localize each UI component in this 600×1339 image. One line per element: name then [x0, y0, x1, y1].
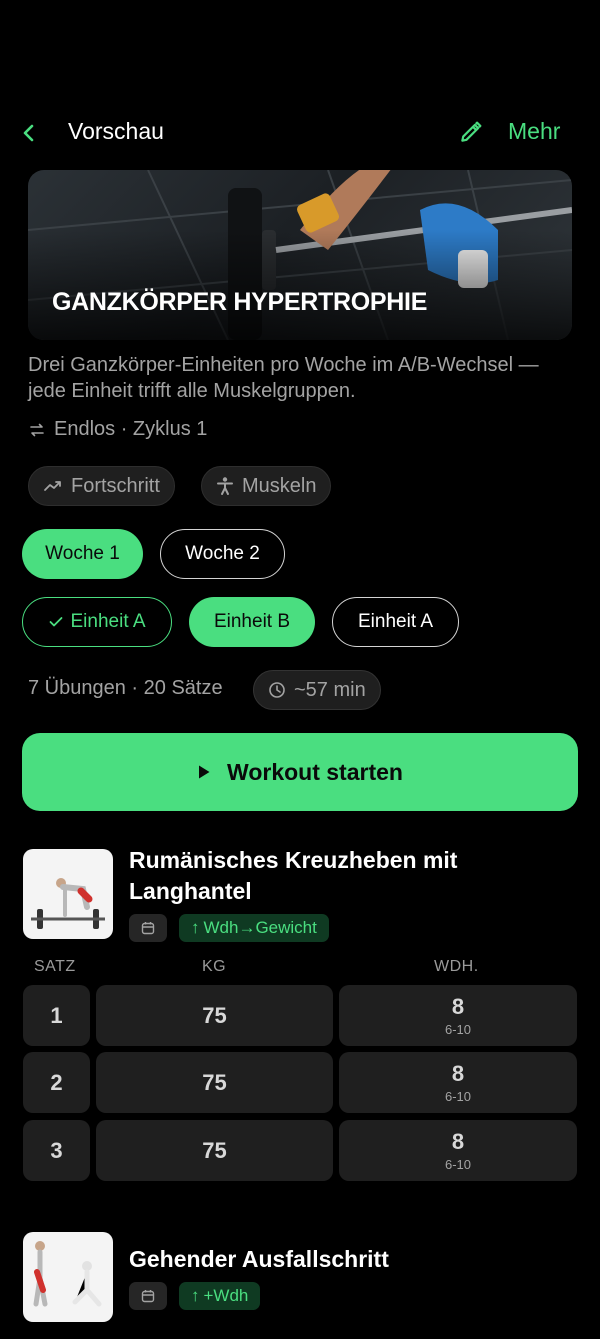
- reps-value: 8: [451, 1061, 465, 1086]
- session-a2-label: Einheit A: [358, 611, 433, 632]
- reps-value: 8: [451, 994, 465, 1019]
- reps-range: 6-10: [444, 1022, 472, 1037]
- set-number: 3: [50, 1137, 63, 1163]
- arrow-up-icon: ↑: [191, 1286, 200, 1305]
- hero-gradient: [28, 230, 572, 340]
- week-2-tab[interactable]: Woche 2: [160, 529, 285, 579]
- progression-tag[interactable]: ↑ Wdh→Gewicht: [179, 914, 329, 942]
- session-a-label: Einheit A: [70, 611, 146, 632]
- chevron-left-icon: [23, 124, 34, 142]
- duration-text: ~57 min: [294, 678, 366, 701]
- weight-cell[interactable]: 75: [96, 985, 333, 1046]
- col-header-kg: KG: [202, 958, 227, 975]
- set-number: 1: [50, 1002, 63, 1028]
- reps-cell[interactable]: 8 6-10: [339, 985, 577, 1046]
- col-header-set: SATZ: [34, 958, 76, 975]
- cycle-info: Endlos · Zyklus 1: [28, 418, 207, 441]
- reps-value: 8: [451, 1129, 465, 1154]
- set-number: 2: [50, 1069, 63, 1095]
- set-number-cell[interactable]: 1: [23, 985, 90, 1046]
- start-workout-button[interactable]: Workout starten: [22, 733, 578, 811]
- calendar-icon: [141, 922, 155, 935]
- back-button[interactable]: [14, 116, 44, 150]
- set-number-cell[interactable]: 3: [23, 1120, 90, 1181]
- week-1-label: Woche 1: [45, 543, 120, 564]
- muscles-chip[interactable]: Muskeln: [201, 466, 332, 506]
- deadlift-illustration: [31, 878, 105, 929]
- weight-cell[interactable]: 75: [96, 1120, 333, 1181]
- check-icon: [49, 617, 62, 627]
- reps-cell[interactable]: 8 6-10: [339, 1052, 577, 1113]
- session-a2-tab[interactable]: Einheit A: [332, 597, 459, 647]
- exercise-thumbnail[interactable]: [23, 849, 113, 939]
- weight-value: 75: [202, 1002, 227, 1028]
- weight-cell[interactable]: 75: [96, 1052, 333, 1113]
- reps-cell[interactable]: 8 6-10: [339, 1120, 577, 1181]
- arrow-up-icon: ↑: [191, 918, 200, 937]
- cycle-text: Endlos · Zyklus 1: [54, 418, 208, 440]
- week-1-tab[interactable]: Woche 1: [22, 529, 143, 579]
- muscles-chip-label: Muskeln: [242, 474, 317, 497]
- week-2-label: Woche 2: [185, 543, 260, 564]
- weight-value: 75: [202, 1069, 227, 1095]
- body-icon: [217, 477, 233, 495]
- session-b-tab[interactable]: Einheit B: [189, 597, 315, 647]
- hero-banner: GANZKÖRPER HYPERTROPHIE: [28, 170, 572, 340]
- clock-icon: [269, 682, 285, 698]
- play-icon: [199, 765, 210, 779]
- reps-range: 6-10: [444, 1157, 472, 1172]
- reps-range: 6-10: [444, 1089, 472, 1104]
- exercise-thumbnail[interactable]: [23, 1232, 113, 1322]
- progression-label: +Wdh: [203, 1286, 249, 1305]
- more-button[interactable]: Mehr: [508, 118, 560, 145]
- weight-value: 75: [202, 1137, 227, 1163]
- set-number-cell[interactable]: 2: [23, 1052, 90, 1113]
- trending-up-icon: [44, 481, 61, 491]
- calendar-tag[interactable]: [129, 914, 167, 942]
- exercise-name[interactable]: Rumänisches Kreuzheben mit Langhantel: [129, 845, 569, 907]
- session-b-label: Einheit B: [213, 611, 291, 632]
- plan-description: Drei Ganzkörper-Einheiten pro Woche im A…: [28, 354, 539, 402]
- pencil-icon: [461, 121, 482, 142]
- progress-chip-label: Fortschritt: [71, 474, 160, 497]
- start-workout-label: Workout starten: [227, 758, 403, 785]
- page-title: Vorschau: [68, 118, 164, 144]
- plan-title: GANZKÖRPER HYPERTROPHIE: [52, 288, 428, 316]
- calendar-tag[interactable]: [129, 1282, 167, 1310]
- lunge-illustration: [33, 1241, 102, 1307]
- workout-stats: 7 Übungen · 20 Sätze: [28, 677, 223, 699]
- exercise-name[interactable]: Gehender Ausfallschritt: [129, 1244, 569, 1275]
- session-a-completed-tab[interactable]: Einheit A: [22, 597, 172, 647]
- calendar-icon: [141, 1290, 155, 1303]
- progression-label: Wdh→Gewicht: [203, 918, 317, 937]
- duration-chip: ~57 min: [253, 670, 381, 710]
- repeat-icon: [30, 423, 44, 436]
- edit-button[interactable]: [456, 117, 486, 147]
- top-bar: Vorschau Mehr: [0, 112, 600, 154]
- progress-chip[interactable]: Fortschritt: [28, 466, 175, 506]
- col-header-reps: WDH.: [434, 958, 479, 975]
- progression-tag[interactable]: ↑ +Wdh: [179, 1282, 261, 1310]
